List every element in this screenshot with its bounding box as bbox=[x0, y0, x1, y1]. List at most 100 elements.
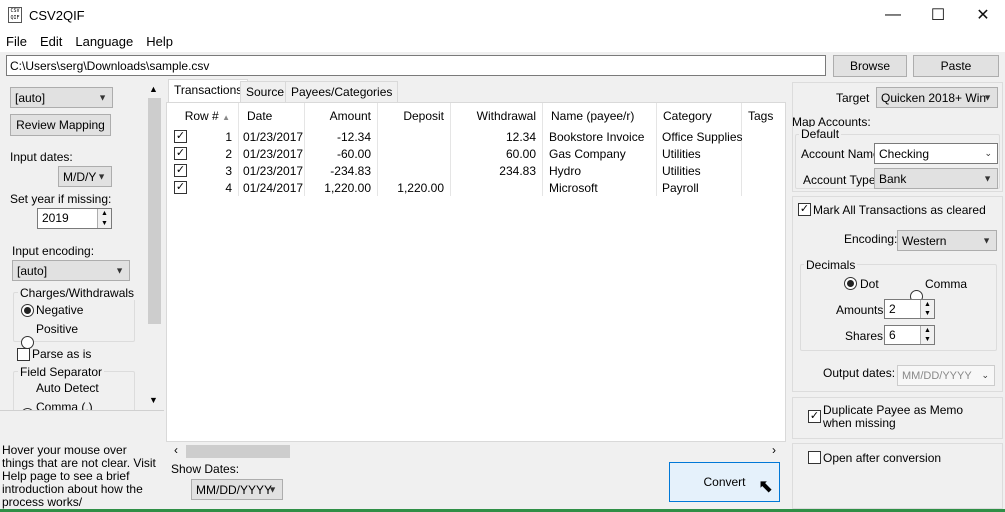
cell-name[interactable]: Microsoft bbox=[543, 179, 657, 196]
cell-row[interactable]: 4 bbox=[167, 179, 239, 196]
cell-tags[interactable] bbox=[742, 162, 785, 179]
cell-withdrawal[interactable]: 12.34 bbox=[451, 128, 543, 145]
cell-amount[interactable]: 1,220.00 bbox=[305, 179, 378, 196]
cell-amount[interactable]: -234.83 bbox=[305, 162, 378, 179]
spin-down-icon[interactable]: ▼ bbox=[101, 220, 108, 227]
menu-language[interactable]: Language bbox=[69, 30, 140, 52]
dot-radio[interactable] bbox=[844, 277, 857, 290]
column-header-row[interactable]: Row # ▲ bbox=[167, 103, 239, 128]
menu-edit[interactable]: Edit bbox=[34, 30, 69, 52]
shares-spinner[interactable]: 6 ▲ ▼ bbox=[884, 325, 935, 345]
column-header-name[interactable]: Name (payee/r) bbox=[543, 103, 657, 128]
cell-row[interactable]: 2 bbox=[167, 145, 239, 162]
cell-name[interactable]: Hydro bbox=[543, 162, 657, 179]
table-row[interactable]: ✓ 3 01/23/2017 -234.83 234.83 Hydro Utilities bbox=[167, 162, 785, 179]
scroll-down-icon[interactable]: ▼ bbox=[149, 395, 158, 405]
cell-name[interactable]: Gas Company bbox=[543, 145, 657, 162]
spin-down-icon[interactable]: ▼ bbox=[924, 336, 931, 343]
duplicate-payee-checkbox[interactable]: ✓ bbox=[808, 410, 821, 423]
default-label: Default bbox=[799, 127, 842, 141]
table-row[interactable]: ✓ 1 01/23/2017 -12.34 12.34 Bookstore Invoice… bbox=[167, 128, 785, 145]
browse-button[interactable]: Browse bbox=[833, 55, 907, 77]
cell-withdrawal[interactable]: 234.83 bbox=[451, 162, 543, 179]
column-header-category[interactable]: Category bbox=[657, 103, 742, 128]
left-scroll-thumb[interactable] bbox=[148, 98, 161, 324]
encoding-select[interactable]: Western ▼ bbox=[897, 230, 997, 251]
tab-payees-categories[interactable]: Payees/Categories bbox=[285, 81, 399, 102]
chevron-down-icon: ▼ bbox=[982, 235, 991, 245]
close-icon[interactable]: ✕ bbox=[960, 0, 1005, 30]
open-after-label: Open after conversion bbox=[823, 451, 942, 465]
input-dates-select[interactable]: M/D/Y ▼ bbox=[58, 166, 112, 187]
show-dates-select[interactable]: MM/DD/YYYY ▼ bbox=[191, 479, 283, 500]
sort-up-icon: ▲ bbox=[222, 113, 230, 122]
show-dates-label: Show Dates: bbox=[171, 462, 240, 476]
spin-down-icon[interactable]: ▼ bbox=[924, 310, 931, 317]
cell-category[interactable]: Office Supplies bbox=[657, 128, 743, 145]
scroll-up-icon[interactable]: ▲ bbox=[149, 84, 158, 94]
open-after-checkbox[interactable] bbox=[808, 451, 821, 464]
scroll-right-icon[interactable]: › bbox=[772, 443, 776, 457]
help-text: Hover your mouse over things that are no… bbox=[2, 443, 156, 509]
scroll-left-icon[interactable]: ‹ bbox=[174, 443, 178, 457]
table-row[interactable]: ✓ 2 01/23/2017 -60.00 60.00 Gas Company Utilit… bbox=[167, 145, 785, 162]
amounts-spinner[interactable]: 2 ▲ ▼ bbox=[884, 299, 935, 319]
cell-date[interactable]: 01/24/2017 bbox=[239, 179, 305, 196]
account-type-select[interactable]: Bank ▼ bbox=[874, 168, 998, 189]
cell-date[interactable]: 01/23/2017 bbox=[239, 162, 305, 179]
account-name-select[interactable]: Checking ⌄ bbox=[874, 143, 998, 164]
input-encoding-select[interactable]: [auto] ▼ bbox=[12, 260, 130, 281]
parse-as-is-checkbox[interactable] bbox=[17, 348, 30, 361]
column-header-deposit[interactable]: Deposit bbox=[378, 103, 451, 128]
cell-amount[interactable]: -12.34 bbox=[305, 128, 378, 145]
menu-file[interactable]: File bbox=[0, 30, 34, 52]
cell-date[interactable]: 01/23/2017 bbox=[239, 128, 305, 145]
grid-scroll-thumb[interactable] bbox=[186, 445, 290, 458]
cell-withdrawal[interactable] bbox=[451, 179, 543, 196]
comma-separator-label: Comma (,) bbox=[36, 400, 93, 410]
cell-deposit[interactable] bbox=[378, 128, 451, 145]
tab-source[interactable]: Source bbox=[240, 81, 291, 102]
spin-up-icon[interactable]: ▲ bbox=[101, 210, 108, 217]
column-header-amount[interactable]: Amount bbox=[305, 103, 378, 128]
year-spinner[interactable]: 2019 ▲ ▼ bbox=[37, 208, 112, 229]
encoding-label: Encoding: bbox=[844, 232, 898, 246]
mark-cleared-checkbox[interactable]: ✓ bbox=[798, 203, 811, 216]
column-header-date[interactable]: Date bbox=[239, 103, 305, 128]
paste-button[interactable]: Paste bbox=[913, 55, 999, 77]
maximize-icon[interactable]: ☐ bbox=[915, 0, 961, 30]
target-label: Target bbox=[836, 91, 870, 105]
cell-category[interactable]: Utilities bbox=[657, 162, 742, 179]
table-row[interactable]: ✓ 4 01/24/2017 1,220.00 1,220.00 Microsoft Pay… bbox=[167, 179, 785, 196]
cell-tags[interactable] bbox=[742, 145, 785, 162]
review-mapping-button[interactable]: Review Mapping bbox=[10, 114, 111, 136]
mapping-select[interactable]: [auto] ▼ bbox=[10, 87, 113, 108]
shares-label: Shares bbox=[845, 329, 884, 343]
window-title: CSV2QIF bbox=[29, 8, 85, 23]
spin-up-icon[interactable]: ▲ bbox=[924, 301, 931, 308]
column-header-withdrawal[interactable]: Withdrawal bbox=[451, 103, 543, 128]
minimize-icon[interactable]: — bbox=[870, 0, 916, 30]
cell-tags[interactable] bbox=[742, 128, 785, 145]
cell-deposit[interactable] bbox=[378, 145, 451, 162]
cell-deposit[interactable] bbox=[378, 162, 451, 179]
cell-amount[interactable]: -60.00 bbox=[305, 145, 378, 162]
title-bar bbox=[0, 0, 1005, 30]
output-dates-select[interactable]: MM/DD/YYYY ⌄ bbox=[897, 365, 995, 386]
negative-radio[interactable] bbox=[21, 304, 34, 317]
menu-help[interactable]: Help bbox=[140, 30, 180, 52]
cell-tags[interactable] bbox=[742, 179, 785, 196]
tab-transactions[interactable]: Transactions bbox=[168, 79, 249, 103]
cell-name[interactable]: Bookstore Invoice bbox=[543, 128, 657, 145]
cell-deposit[interactable]: 1,220.00 bbox=[378, 179, 451, 196]
cell-row[interactable]: 3 bbox=[167, 162, 239, 179]
cell-row[interactable]: 1 bbox=[167, 128, 239, 145]
cell-withdrawal[interactable]: 60.00 bbox=[451, 145, 543, 162]
target-select[interactable]: Quicken 2018+ Win ▼ bbox=[876, 87, 998, 108]
column-header-tags[interactable]: Tags bbox=[742, 103, 785, 128]
cell-date[interactable]: 01/23/2017 bbox=[239, 145, 305, 162]
file-path-input[interactable] bbox=[6, 55, 826, 76]
spin-up-icon[interactable]: ▲ bbox=[924, 327, 931, 334]
cell-category[interactable]: Utilities bbox=[657, 145, 742, 162]
cell-category[interactable]: Payroll bbox=[657, 179, 742, 196]
